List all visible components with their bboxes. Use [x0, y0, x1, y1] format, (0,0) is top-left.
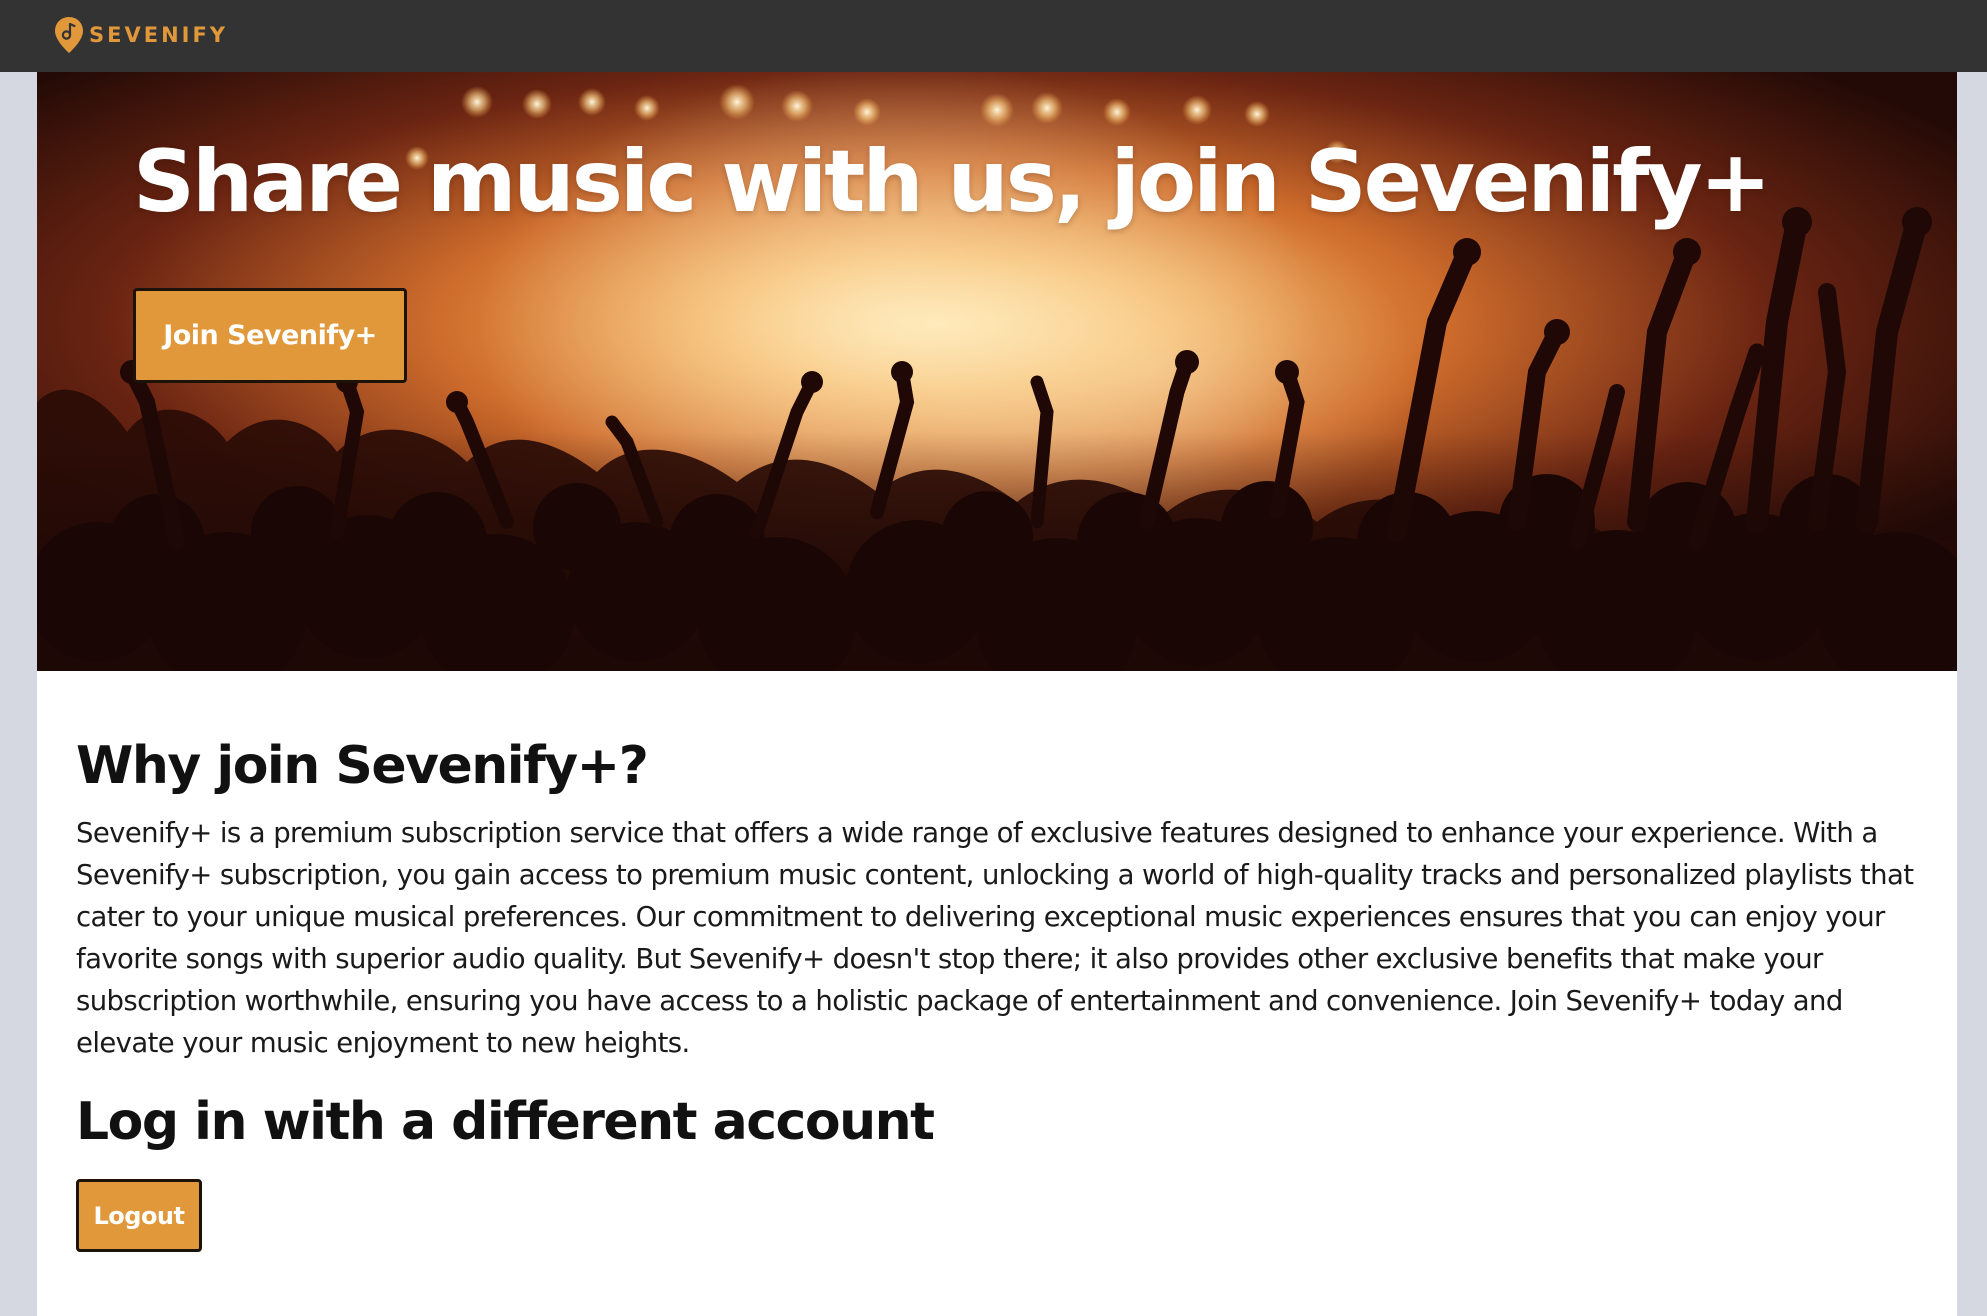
hero-title: Share music with us, join Sevenify+	[133, 132, 1772, 232]
different-account-heading: Log in with a different account	[76, 1092, 935, 1152]
why-join-description: Sevenify+ is a premium subscription serv…	[76, 817, 1914, 1059]
music-note-pin-icon	[55, 17, 83, 53]
hero-banner: Share music with us, join Sevenify+ Join…	[37, 72, 1957, 671]
main-content: Share music with us, join Sevenify+ Join…	[37, 72, 1957, 1316]
join-sevenify-plus-button[interactable]: Join Sevenify+	[133, 288, 407, 383]
logout-button[interactable]: Logout	[76, 1179, 202, 1252]
top-navbar: SEVENIFY	[0, 0, 1987, 72]
why-join-heading: Why join Sevenify+?	[76, 736, 649, 796]
brand-logo[interactable]: SEVENIFY	[54, 16, 228, 54]
brand-name: SEVENIFY	[89, 23, 229, 47]
